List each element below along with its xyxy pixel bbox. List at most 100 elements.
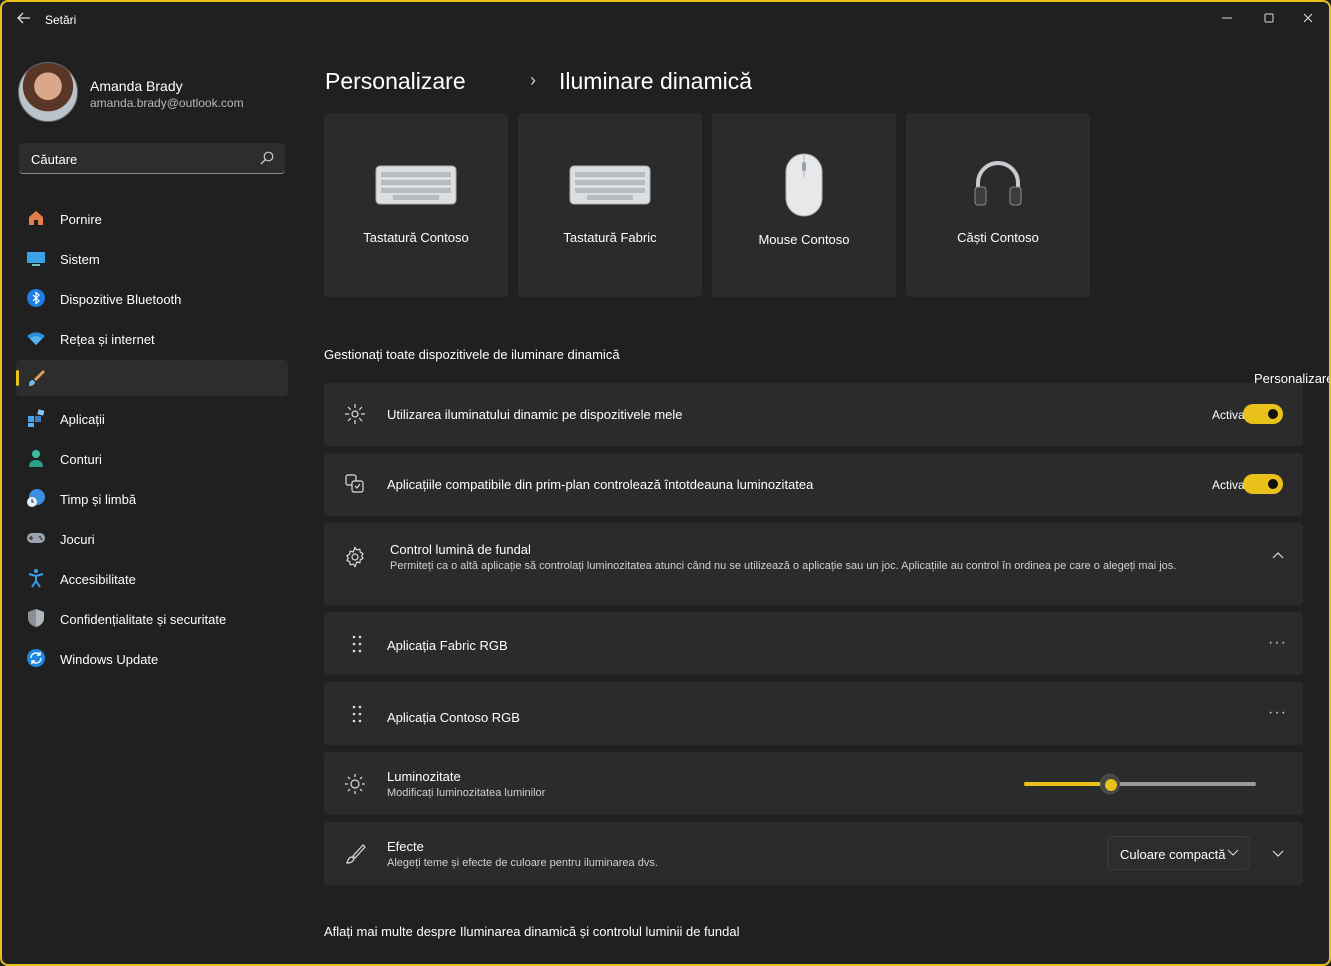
breadcrumb-parent[interactable]: Personalizare [325,68,466,95]
sidebar-item-apps[interactable]: Aplicații [16,400,288,436]
app-priority-row[interactable]: Aplicația Contoso RGB ··· [324,682,1303,745]
app-name: Aplicația Fabric RGB [387,638,508,653]
active-indicator [16,370,19,386]
setting-title: Aplicațiile compatibile din prim-plan co… [387,477,814,492]
sidebar-item-label: Aplicații [60,412,105,427]
headphones-icon [974,161,1022,206]
app-name: Aplicația Contoso RGB [387,710,520,725]
time-language-icon [27,489,45,507]
sidebar-item-network[interactable]: Rețea și internet [16,320,288,356]
search-placeholder: Căutare [31,152,78,167]
sidebar-item-label: Windows Update [60,652,159,667]
gaming-icon [27,533,45,543]
effects-dropdown[interactable]: Culoare compactă [1107,836,1250,870]
back-arrow-icon[interactable] [14,10,34,30]
page-title: Iluminare dinamică [559,68,753,94]
dynamic-lighting-icon [345,404,365,424]
accounts-icon [29,450,43,467]
gear-icon [346,546,364,568]
chevron-right-icon: › [530,70,536,90]
setting-title: Utilizarea iluminatului dinamic pe dispo… [387,407,683,422]
settings-window: Setări Amanda Brady amanda.brady@outlook… [0,0,1331,966]
apps-icon [28,409,45,427]
sidebar-item-pornire[interactable]: Pornire [16,200,288,236]
device-card[interactable]: Căști Contoso [906,113,1090,297]
maximize-icon[interactable] [1258,10,1280,30]
app-priority-row[interactable]: Aplicația Fabric RGB ··· [324,612,1303,675]
dropdown-value: Culoare compactă [1120,847,1226,862]
device-label: Căști Contoso [957,230,1039,245]
device-label: Tastatură Fabric [563,230,657,245]
tooltip: Personalizare [1254,371,1331,386]
use-dynamic-lighting-row: Utilizarea iluminatului dinamic pe dispo… [324,383,1303,446]
sidebar-item-accessibility[interactable]: Accesibilitate [16,560,288,596]
learn-more-link[interactable]: Aflați mai multe despre Iluminarea dinam… [324,924,739,939]
brush-icon [346,844,366,864]
keyboard-icon [569,165,651,205]
section-label: Gestionați toate dispozitivele de ilumin… [324,347,620,362]
sidebar-item-sistem[interactable]: Sistem [16,240,288,276]
sidebar-item-bluetooth[interactable]: Dispozitive Bluetooth [16,280,288,316]
search-input[interactable]: Căutare [19,143,285,174]
keyboard-icon [375,165,457,205]
use-dynamic-lighting-toggle[interactable] [1243,404,1283,424]
setting-subtitle: Alegeți teme și efecte de culoare pentru… [387,857,658,869]
mouse-icon [785,153,823,217]
brightness-row: Luminozitate Modificați luminozitatea lu… [324,752,1303,815]
setting-title: Luminozitate [387,769,461,784]
device-card[interactable]: Mouse Contoso [712,113,896,297]
sidebar-item-personalization[interactable] [16,360,288,396]
sidebar-item-label: Sistem [60,252,100,267]
sidebar-item-privacy[interactable]: Confidențialitate și securitate [16,600,288,636]
sidebar-item-label: Timp și limbă [60,492,137,507]
sidebar-item-label: Rețea și internet [60,332,155,347]
sidebar-item-gaming[interactable]: Jocuri [16,520,288,556]
device-label: Mouse Contoso [758,232,850,247]
sidebar-item-label: Accesibilitate [60,572,136,587]
title-bar: Setări [2,2,1329,38]
profile-email: amanda.brady@outlook.com [90,96,244,110]
sidebar-item-label: Pornire [60,212,102,227]
sidebar-item-label: Dispozitive Bluetooth [60,292,182,307]
slider-fill [1024,782,1110,786]
wifi-icon [27,332,45,345]
device-card[interactable]: Tastatură Fabric [518,113,702,297]
setting-subtitle: Permiteți ca o altă aplicație să control… [390,560,1177,572]
foreground-control-row: Aplicațiile compatibile din prim-plan co… [324,453,1303,516]
minimize-icon[interactable] [1216,10,1238,30]
sidebar-nav: Pornire Sistem Dispozitive Bluetooth Reț… [16,200,288,680]
setting-subtitle: Modificați luminozitatea luminilor [387,787,546,799]
sidebar-item-label: Confidențialitate și securitate [60,612,227,627]
close-icon[interactable] [1297,10,1319,30]
home-icon [29,211,43,225]
background-control-row[interactable]: Control lumină de fundal Permiteți ca o … [324,523,1303,605]
brightness-slider[interactable] [1024,774,1256,794]
apps-control-icon [345,474,364,493]
foreground-control-toggle[interactable] [1243,474,1283,494]
more-options-icon[interactable]: ··· [1268,634,1287,652]
device-label: Tastatură Contoso [363,230,469,245]
brightness-icon [345,774,365,794]
drag-handle-icon[interactable] [346,633,368,655]
chevron-up-icon[interactable] [1271,548,1285,562]
drag-handle-icon[interactable] [346,703,368,725]
sidebar-item-windows-update[interactable]: Windows Update [16,640,288,676]
avatar[interactable] [18,62,78,122]
window-title: Setări [45,13,77,27]
paintbrush-icon [29,370,45,386]
setting-title: Control lumină de fundal [390,542,531,557]
profile-name: Amanda Brady [90,78,183,94]
windows-update-icon [27,649,45,667]
bluetooth-icon [27,289,45,307]
chevron-down-icon [1227,849,1239,856]
sidebar-item-label: Jocuri [60,532,95,547]
slider-thumb[interactable] [1099,774,1120,794]
shield-icon [28,609,44,627]
sidebar-item-time[interactable]: Timp și limbă [16,480,288,516]
sidebar-item-accounts[interactable]: Conturi [16,440,288,476]
accessibility-icon [28,569,44,588]
more-options-icon[interactable]: ··· [1268,704,1287,722]
search-icon[interactable] [259,150,275,166]
chevron-down-icon[interactable] [1271,847,1285,861]
device-card[interactable]: Tastatură Contoso [324,113,508,297]
